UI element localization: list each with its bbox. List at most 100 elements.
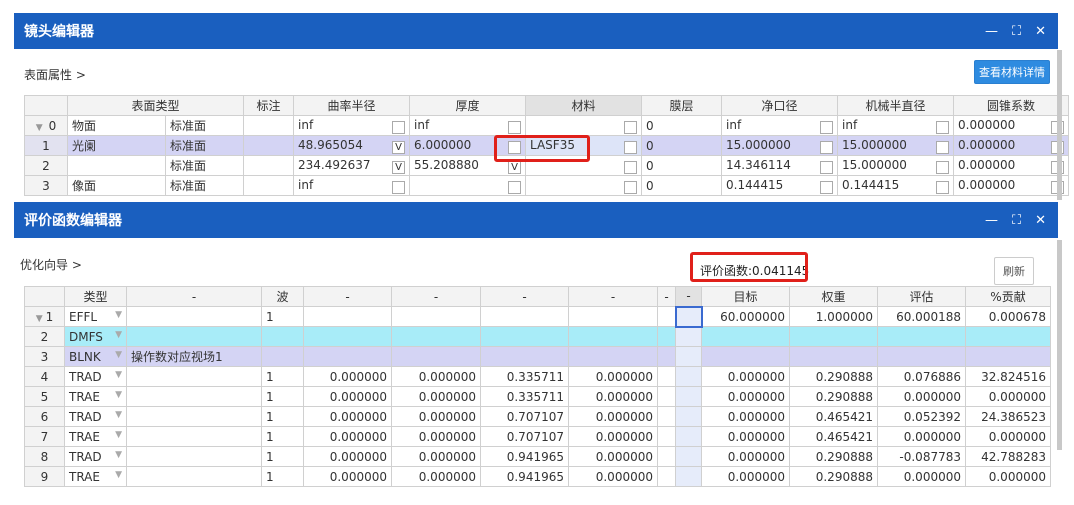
operand-comment[interactable] [126, 406, 262, 427]
param-cell[interactable] [391, 306, 481, 327]
operand-comment[interactable] [126, 446, 262, 467]
param-cell[interactable] [480, 346, 569, 367]
col-coating[interactable]: 膜层 [641, 95, 722, 116]
maximize-icon[interactable]: ⛶ [1012, 213, 1021, 228]
mech-cell[interactable]: 15.000000 [837, 135, 954, 156]
col-surface-type[interactable]: 表面类型 [67, 95, 244, 116]
param-cell[interactable]: 0.000000 [568, 386, 658, 407]
clear-solve-box[interactable] [820, 120, 833, 134]
surface-type[interactable]: 标准面 [165, 135, 244, 156]
param-cell[interactable] [303, 306, 392, 327]
surface-note[interactable] [243, 135, 294, 156]
param-cell[interactable]: 0.000000 [391, 386, 481, 407]
param-cell[interactable] [568, 306, 658, 327]
param-cell[interactable]: 0.000000 [391, 366, 481, 387]
target-cell[interactable]: 0.000000 [701, 386, 790, 407]
target-cell[interactable] [701, 326, 790, 347]
coating-cell[interactable]: 0 [641, 155, 722, 176]
clear-aperture-cell[interactable]: 0.144415 [721, 175, 838, 196]
mech-cell[interactable]: 15.000000 [837, 155, 954, 176]
mech-solve-box[interactable] [936, 140, 949, 154]
minimize-icon[interactable]: — [985, 24, 998, 39]
wave-cell[interactable] [261, 326, 304, 347]
view-material-details-button[interactable]: 查看材料详情 [974, 60, 1050, 84]
merit-row[interactable]: ▼ 1 EFFL ▼ 1 60.000000 1.000000 60.000188 0.000… [24, 305, 1051, 328]
operand-comment[interactable] [126, 306, 262, 327]
param-cell[interactable]: 0.000000 [391, 466, 481, 487]
param-cell[interactable]: 0.000000 [568, 446, 658, 467]
col-mech-semi-diameter[interactable]: 机械半直径 [837, 95, 954, 116]
surface-note[interactable] [243, 155, 294, 176]
material-solve-box[interactable] [624, 180, 637, 194]
thickness-solve-box[interactable] [508, 180, 521, 194]
surface-note[interactable] [243, 115, 294, 136]
param-cell[interactable]: 0.707107 [480, 426, 569, 447]
material-solve-box[interactable] [624, 160, 637, 174]
param-cell[interactable] [657, 406, 676, 427]
operand-type[interactable]: TRAD ▼ [64, 406, 127, 427]
merit-row[interactable]: 2 DMFS ▼ [24, 326, 1051, 347]
operand-comment[interactable] [126, 426, 262, 447]
param-cell[interactable] [657, 306, 676, 327]
operand-type[interactable]: TRAE ▼ [64, 466, 127, 487]
param-cell[interactable] [657, 426, 676, 447]
param-cell[interactable]: 0.000000 [303, 446, 392, 467]
chevron-down-icon[interactable]: ▼ [115, 410, 122, 420]
surface-name[interactable]: 物面 [67, 115, 166, 136]
param-cell[interactable] [657, 346, 676, 367]
material-cell[interactable] [525, 115, 642, 136]
param-cell[interactable]: 0.000000 [303, 466, 392, 487]
param-cell[interactable]: 0.000000 [568, 406, 658, 427]
close-icon[interactable]: ✕ [1035, 24, 1046, 39]
param-cell[interactable]: 0.000000 [568, 426, 658, 447]
selected-cell[interactable] [675, 386, 702, 407]
col-note[interactable]: 标注 [243, 95, 294, 116]
clear-aperture-cell[interactable]: 15.000000 [721, 135, 838, 156]
material-solve-box[interactable] [624, 120, 637, 134]
param-cell[interactable] [303, 346, 392, 367]
optimization-wizard-toggle[interactable]: 优化向导 > [20, 256, 82, 273]
param-cell[interactable] [303, 326, 392, 347]
target-cell[interactable]: 0.000000 [701, 426, 790, 447]
radius-cell[interactable]: inf [293, 175, 410, 196]
param-cell[interactable]: 0.000000 [391, 406, 481, 427]
clear-solve-box[interactable] [820, 160, 833, 174]
conic-cell[interactable]: 0.000000 [953, 135, 1069, 156]
col-param-5[interactable]: - [657, 286, 676, 307]
merit-row[interactable]: 4 TRAD ▼ 1 0.000000 0.000000 0.335711 0.000000 0… [24, 366, 1051, 387]
target-cell[interactable] [701, 346, 790, 367]
coating-cell[interactable]: 0 [641, 175, 722, 196]
mech-solve-box[interactable] [936, 160, 949, 174]
param-cell[interactable]: 0.000000 [303, 366, 392, 387]
operand-comment[interactable] [126, 326, 262, 347]
radius-solve-box[interactable] [392, 180, 405, 194]
col-weight[interactable]: 权重 [789, 286, 878, 307]
surface-properties-toggle[interactable]: 表面属性 > [24, 66, 86, 83]
thickness-solve-box[interactable]: V [508, 160, 521, 174]
wave-cell[interactable]: 1 [261, 446, 304, 467]
clear-solve-box[interactable] [820, 180, 833, 194]
param-cell[interactable] [657, 446, 676, 467]
thickness-cell[interactable]: inf [409, 115, 526, 136]
operand-comment[interactable] [126, 466, 262, 487]
radius-cell[interactable]: 48.965054 V [293, 135, 410, 156]
selected-cell[interactable] [675, 406, 702, 427]
operand-comment[interactable] [126, 386, 262, 407]
operand-comment[interactable]: 操作数对应视场1 [126, 346, 262, 367]
radius-solve-box[interactable]: V [392, 140, 405, 154]
merit-row[interactable]: 7 TRAE ▼ 1 0.000000 0.000000 0.707107 0.000000 0… [24, 426, 1051, 447]
merit-row[interactable]: 5 TRAE ▼ 1 0.000000 0.000000 0.335711 0.000000 0… [24, 386, 1051, 407]
col-radius[interactable]: 曲率半径 [293, 95, 410, 116]
row-collapse-icon[interactable]: ▼ [36, 314, 46, 324]
col-contrib[interactable]: %贡献 [965, 286, 1051, 307]
chevron-down-icon[interactable]: ▼ [115, 450, 122, 460]
mech-cell[interactable]: 0.144415 [837, 175, 954, 196]
chevron-down-icon[interactable]: ▼ [115, 390, 122, 400]
surface-type[interactable]: 标准面 [165, 175, 244, 196]
selected-cell[interactable] [675, 466, 702, 487]
mech-solve-box[interactable] [936, 180, 949, 194]
wave-cell[interactable]: 1 [261, 426, 304, 447]
param-cell[interactable] [391, 326, 481, 347]
param-cell[interactable]: 0.941965 [480, 466, 569, 487]
maximize-icon[interactable]: ⛶ [1012, 24, 1021, 39]
